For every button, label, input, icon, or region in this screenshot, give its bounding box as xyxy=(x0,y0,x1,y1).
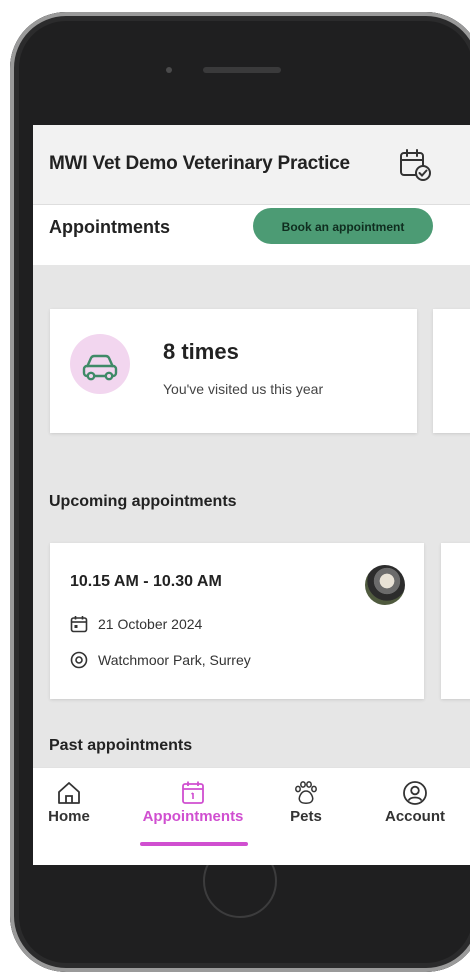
appointment-time: 10.15 AM - 10.30 AM xyxy=(70,573,222,590)
active-tab-indicator xyxy=(140,842,248,846)
nav-pets[interactable]: Pets xyxy=(271,780,341,825)
calendar-icon xyxy=(70,616,88,633)
car-icon xyxy=(82,354,118,381)
app-screen: MWI Vet Demo Veterinary Practice Appoint… xyxy=(33,125,470,865)
appointment-date: 21 October 2024 xyxy=(98,616,203,632)
visit-count: 8 times xyxy=(163,339,239,364)
earpiece xyxy=(203,67,281,73)
location-pin-icon xyxy=(70,651,88,669)
appointment-location-row: Watchmoor Park, Surrey xyxy=(70,651,251,669)
appointment-card[interactable]: 10.15 AM - 10.30 AM 21 October 2024 Watc… xyxy=(50,543,424,699)
next-appointment-card-peek[interactable] xyxy=(441,543,470,699)
top-bar: MWI Vet Demo Veterinary Practice xyxy=(33,125,470,205)
nav-pets-label: Pets xyxy=(290,808,322,825)
calendar-icon xyxy=(182,781,204,804)
visit-icon-badge xyxy=(70,334,130,394)
user-circle-icon xyxy=(403,781,427,805)
front-camera xyxy=(166,67,172,73)
home-icon xyxy=(58,782,80,804)
nav-home-label: Home xyxy=(48,808,90,825)
nav-appointments-label: Appointments xyxy=(142,808,244,825)
appointments-title: Appointments xyxy=(49,217,170,237)
nav-home[interactable]: Home xyxy=(33,780,105,825)
next-summary-card-peek[interactable] xyxy=(433,309,470,433)
book-appointment-button[interactable]: Book an appointment xyxy=(253,208,433,244)
appointment-date-row: 21 October 2024 xyxy=(70,615,202,633)
visit-summary-card: 8 times You've visited us this year xyxy=(50,309,417,433)
practice-name: MWI Vet Demo Veterinary Practice xyxy=(49,153,350,174)
paw-icon xyxy=(295,781,317,804)
bottom-navigation: Home Appointments Pets Account xyxy=(33,767,470,865)
upcoming-appointments-title: Upcoming appointments xyxy=(49,493,237,510)
appointment-location: Watchmoor Park, Surrey xyxy=(98,652,251,668)
visit-subtitle: You've visited us this year xyxy=(163,381,324,397)
nav-account[interactable]: Account xyxy=(360,780,470,825)
appointments-header: Appointments Book an appointment xyxy=(33,205,470,265)
pet-avatar xyxy=(365,565,405,605)
nav-account-label: Account xyxy=(385,808,445,825)
past-appointments-title: Past appointments xyxy=(49,737,193,754)
nav-appointments[interactable]: Appointments xyxy=(128,780,258,825)
calendar-check-icon[interactable] xyxy=(398,147,432,181)
